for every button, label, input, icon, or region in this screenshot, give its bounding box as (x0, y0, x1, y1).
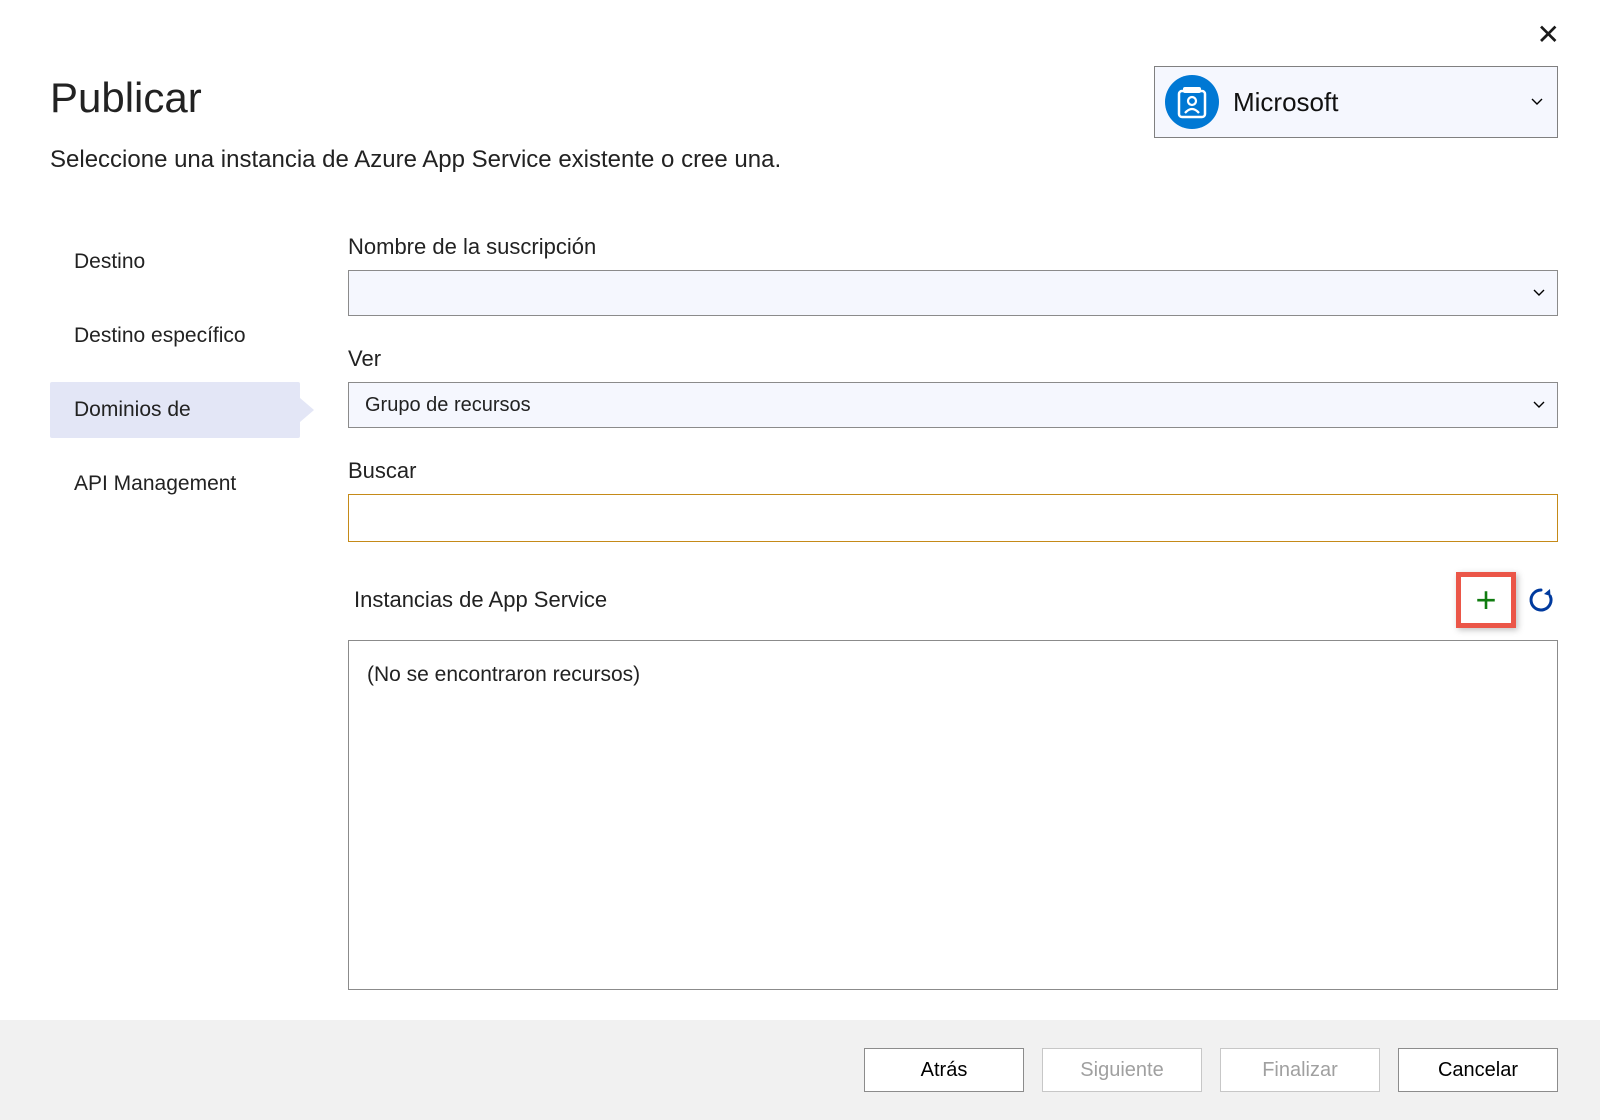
account-selector[interactable]: Microsoft (1154, 66, 1558, 138)
main-form: Nombre de la suscripción Ver Grupo de re… (300, 234, 1600, 990)
sidebar-item-label: API Management (74, 472, 236, 495)
account-badge-icon (1165, 75, 1219, 129)
cancel-button[interactable]: Cancelar (1398, 1048, 1558, 1092)
sidebar-item-api-management[interactable]: API Management (50, 456, 300, 512)
add-instance-button[interactable]: + (1456, 572, 1516, 628)
publish-dialog: ✕ Publicar Seleccione una instancia de A… (0, 0, 1600, 1120)
chevron-down-icon (1533, 401, 1545, 409)
account-name-label: Microsoft (1233, 87, 1338, 118)
subscription-label: Nombre de la suscripción (348, 234, 1558, 260)
sidebar-item-label: Destino (74, 250, 145, 273)
sidebar-item-destino[interactable]: Destino (50, 234, 300, 290)
finish-button[interactable]: Finalizar (1220, 1048, 1380, 1092)
instances-list[interactable]: (No se encontraron recursos) (348, 640, 1558, 990)
view-value: Grupo de recursos (365, 394, 531, 417)
chevron-down-icon (1531, 98, 1543, 106)
chevron-down-icon (1533, 289, 1545, 297)
sidebar-item-destino-especifico[interactable]: Destino específico (50, 308, 300, 364)
search-field-group: Buscar (348, 458, 1558, 542)
sidebar-item-label: Dominios de (74, 398, 191, 421)
dialog-body: Destino Destino específico Dominios de A… (0, 234, 1600, 990)
instances-actions: + (1456, 572, 1558, 628)
sidebar-item-dominios[interactable]: Dominios de (50, 382, 300, 438)
subscription-dropdown[interactable] (348, 270, 1558, 316)
sidebar-item-label: Destino específico (74, 324, 246, 347)
search-input[interactable] (348, 494, 1558, 542)
dialog-header: Publicar Seleccione una instancia de Azu… (0, 0, 1600, 174)
refresh-button[interactable] (1524, 583, 1558, 617)
page-subtitle: Seleccione una instancia de Azure App Se… (50, 146, 1550, 174)
view-dropdown[interactable]: Grupo de recursos (348, 382, 1558, 428)
plus-icon: + (1475, 582, 1496, 618)
instances-header: Instancias de App Service + (348, 572, 1558, 628)
dialog-footer: Atrás Siguiente Finalizar Cancelar (0, 1020, 1600, 1120)
instances-label: Instancias de App Service (348, 587, 607, 613)
wizard-sidebar: Destino Destino específico Dominios de A… (0, 234, 300, 990)
view-label: Ver (348, 346, 1558, 372)
search-label: Buscar (348, 458, 1558, 484)
refresh-icon (1527, 586, 1555, 614)
next-button[interactable]: Siguiente (1042, 1048, 1202, 1092)
view-field-group: Ver Grupo de recursos (348, 346, 1558, 428)
subscription-field-group: Nombre de la suscripción (348, 234, 1558, 316)
no-resources-message: (No se encontraron recursos) (367, 663, 1539, 687)
back-button[interactable]: Atrás (864, 1048, 1024, 1092)
